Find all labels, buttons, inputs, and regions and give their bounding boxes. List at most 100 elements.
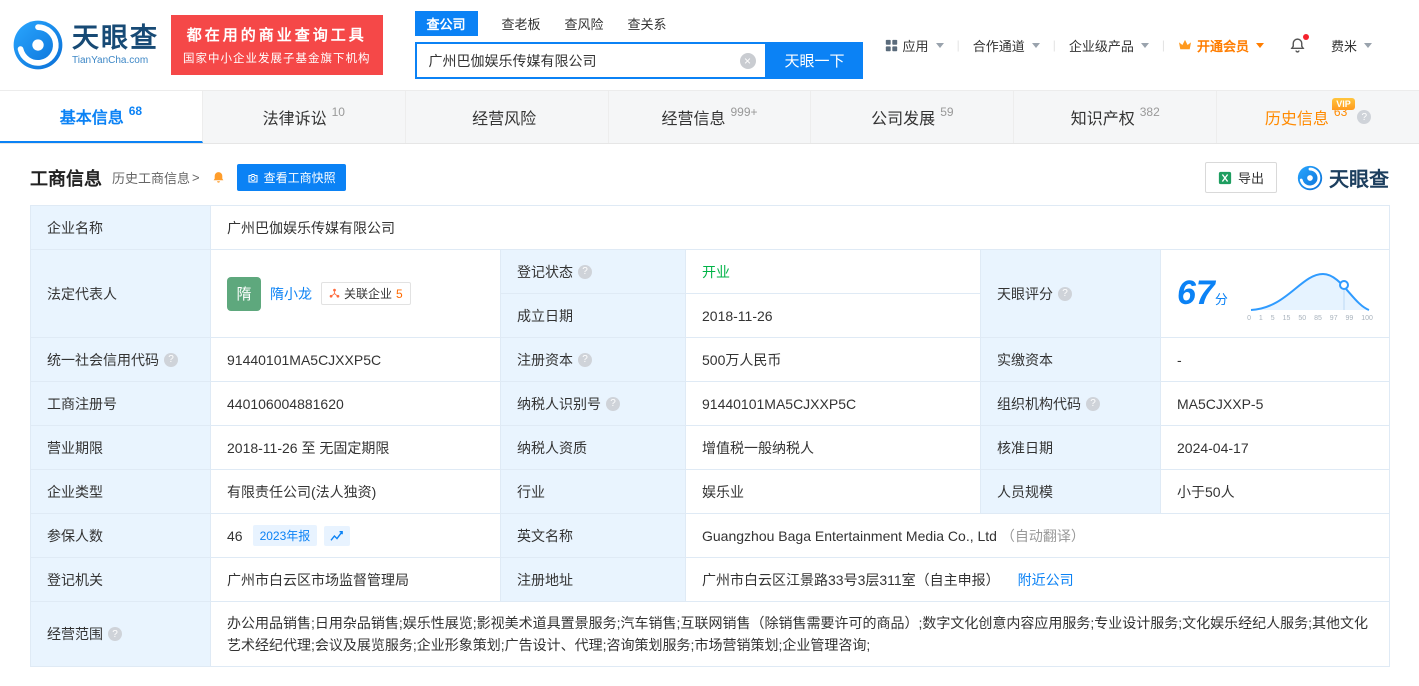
score-label: 天眼评分?	[980, 249, 1161, 338]
business-term-value: 2018-11-26 至 无固定期限	[210, 425, 501, 470]
table-row: 企业名称 广州巴伽娱乐传媒有限公司	[30, 205, 1391, 250]
legal-rep-avatar[interactable]: 隋	[227, 276, 261, 311]
reg-number-label: 工商注册号	[30, 381, 211, 426]
help-icon[interactable]: ?	[1357, 110, 1372, 124]
taxpayer-id-value: 91440101MA5CJXXP5C	[685, 381, 981, 426]
nav-cooperation-label: 合作通道	[972, 38, 1025, 54]
tab-operation-info[interactable]: 经营信息 999+	[609, 91, 812, 143]
nav-apps[interactable]: 应用	[872, 36, 957, 55]
english-name-value: Guangzhou Baga Entertainment Media Co., …	[684, 513, 1391, 558]
promo-banner: 都在用的商业查询工具 国家中小企业发展子基金旗下机构	[171, 15, 383, 75]
chevron-down-icon	[1031, 42, 1040, 48]
score-axis: 0 1 5 15 50 85 97 99 100	[1247, 314, 1373, 322]
help-icon[interactable]: ?	[1058, 286, 1072, 301]
business-scope-value: 办公用品销售;日用杂品销售;娱乐性展览;影视美术道具置景服务;汽车销售;互联网销…	[209, 601, 1391, 667]
reg-status-value: 开业	[685, 249, 981, 294]
business-scope-label: 经营范围?	[30, 601, 211, 667]
tab-operation-risk[interactable]: 经营风险	[406, 91, 609, 143]
trend-chart-icon	[330, 530, 344, 541]
score-distribution-chart: 0 1 5 15 50 85 97 99 100	[1247, 266, 1373, 322]
score-curve	[1251, 272, 1370, 311]
business-term-label: 营业期限	[30, 425, 211, 470]
help-icon[interactable]: ?	[606, 396, 620, 411]
company-type-value: 有限责任公司(法人独资)	[210, 469, 501, 514]
insured-trend-button[interactable]	[324, 525, 351, 546]
company-section-tabs: 基本信息 68 法律诉讼 10 经营风险 经营信息 999+ 公司发展 59 知…	[0, 90, 1419, 144]
org-code-value: MA5CJXXP-5	[1159, 381, 1391, 426]
taxpayer-id-label: 纳税人识别号?	[500, 381, 686, 426]
table-row: 登记机关 广州市白云区市场监督管理局 注册地址 广州市白云区江景路33号3层31…	[30, 557, 1391, 602]
crown-icon	[1178, 39, 1191, 50]
snapshot-button[interactable]: 查看工商快照	[236, 164, 346, 191]
establish-date-value: 2018-11-26	[685, 293, 981, 338]
search-tab-boss[interactable]: 查老板	[502, 14, 541, 33]
top-nav: 应用 | 合作通道 | 企业级产品 | 开通会员 费米	[872, 33, 1385, 55]
help-icon[interactable]: ?	[578, 264, 592, 279]
tab-history-info[interactable]: VIP 历史信息 63 ?	[1217, 91, 1419, 143]
reg-authority-label: 登记机关	[30, 557, 211, 602]
industry-label: 行业	[500, 469, 686, 514]
annual-report-badge[interactable]: 2023年报	[252, 525, 318, 546]
org-code-label: 组织机构代码?	[980, 381, 1161, 426]
nav-open-vip[interactable]: 开通会员	[1165, 36, 1277, 55]
top-header: 天眼查 TianYanCha.com 都在用的商业查询工具 国家中小企业发展子基…	[0, 0, 1419, 90]
search-tabs: 查公司 查老板 查风险 查关系	[414, 11, 863, 36]
history-business-info-link[interactable]: 历史工商信息 >	[112, 168, 200, 187]
company-type-label: 企业类型	[30, 469, 211, 514]
bell-icon	[213, 172, 223, 183]
credit-code-value: 91440101MA5CJXXP5C	[210, 337, 501, 382]
nearby-companies-link[interactable]: 附近公司	[1018, 572, 1074, 588]
nav-user-label: 费米	[1330, 38, 1357, 54]
search-input[interactable]	[416, 52, 765, 69]
tab-intellectual-property[interactable]: 知识产权 382	[1014, 91, 1218, 143]
business-info-table: 企业名称 广州巴伽娱乐传媒有限公司 法定代表人 隋 隋小龙 关联企业 5 登记状…	[30, 205, 1391, 667]
tianyancha-logo-icon	[1297, 165, 1323, 190]
nav-user[interactable]: 费米	[1318, 36, 1385, 55]
help-icon[interactable]: ?	[108, 627, 122, 641]
table-row: 经营范围? 办公用品销售;日用杂品销售;娱乐性展览;影视美术道具置景服务;汽车销…	[30, 601, 1391, 667]
approval-date-label: 核准日期	[980, 425, 1161, 470]
apps-grid-icon	[885, 39, 897, 51]
tab-basic-info[interactable]: 基本信息 68	[0, 91, 203, 143]
help-icon[interactable]: ?	[164, 352, 178, 367]
tianyancha-logo-icon	[13, 20, 63, 70]
tab-legal-proceedings[interactable]: 法律诉讼 10	[203, 91, 406, 143]
chevron-down-icon	[1364, 42, 1372, 48]
legal-rep-name-link[interactable]: 隋小龙	[270, 284, 312, 304]
related-companies-badge[interactable]: 关联企业 5	[321, 282, 411, 305]
paid-capital-value: -	[1159, 337, 1391, 382]
insured-count-label: 参保人数	[30, 513, 211, 558]
table-row: 法定代表人 隋 隋小龙 关联企业 5 登记状态? 开业 天眼评分? 67分 0 …	[30, 249, 1391, 338]
promo-line2: 国家中小企业发展子基金旗下机构	[183, 53, 371, 65]
search-tab-company[interactable]: 查公司	[414, 11, 478, 36]
search-button[interactable]: 天眼一下	[766, 42, 863, 79]
notification-bell[interactable]	[1277, 33, 1318, 54]
export-button[interactable]: 导出	[1204, 162, 1277, 193]
reg-capital-value: 500万人民币	[685, 337, 981, 382]
company-name-value: 广州巴伽娱乐传媒有限公司	[209, 205, 1391, 250]
industry-value: 娱乐业	[685, 469, 981, 514]
nav-cooperation[interactable]: 合作通道	[960, 36, 1053, 55]
reg-authority-value: 广州市白云区市场监督管理局	[210, 557, 501, 602]
nav-apps-label: 应用	[902, 38, 929, 54]
table-row: 企业类型 有限责任公司(法人独资) 行业 娱乐业 人员规模 小于50人	[30, 469, 1391, 514]
english-name-label: 英文名称	[500, 513, 686, 558]
search-tab-risk[interactable]: 查风险	[565, 14, 604, 33]
vip-badge: VIP	[1332, 98, 1355, 110]
table-row: 统一社会信用代码? 91440101MA5CJXXP5C 注册资本? 500万人…	[30, 337, 1391, 382]
clear-icon[interactable]: ×	[739, 52, 756, 69]
tab-company-development[interactable]: 公司发展 59	[811, 91, 1015, 143]
help-icon[interactable]: ?	[1086, 396, 1100, 411]
search-tab-relation[interactable]: 查关系	[628, 14, 667, 33]
monitor-bell-button[interactable]	[212, 171, 225, 184]
business-info-header: 工商信息 历史工商信息 > 查看工商快照 导出 天眼查	[30, 162, 1389, 193]
legal-rep-value: 隋 隋小龙 关联企业 5	[210, 249, 501, 338]
chevron-down-icon	[935, 42, 944, 48]
tianyancha-logo[interactable]: 天眼查 TianYanCha.com	[12, 19, 159, 71]
table-row: 参保人数 46 2023年报 英文名称 Guangzhou Baga Enter…	[30, 513, 1391, 558]
taxpayer-quality-label: 纳税人资质	[500, 425, 686, 470]
nav-enterprise-products[interactable]: 企业级产品	[1056, 36, 1162, 55]
reg-status-label: 登记状态?	[500, 249, 686, 294]
table-row: 工商注册号 440106004881620 纳税人识别号? 91440101MA…	[30, 381, 1391, 426]
help-icon[interactable]: ?	[578, 352, 592, 367]
